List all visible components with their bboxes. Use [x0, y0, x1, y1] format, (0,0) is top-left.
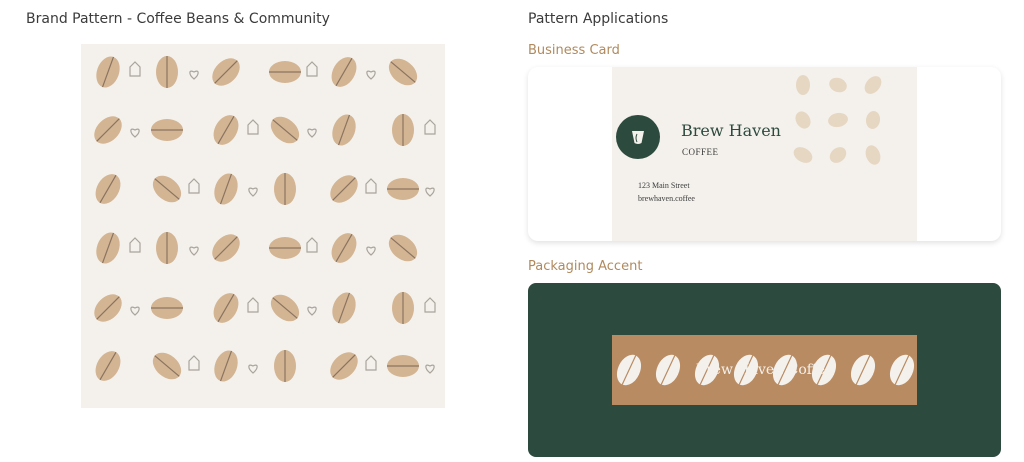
coffee-bean-icon [331, 233, 357, 263]
coffee-bean-icon [212, 58, 240, 86]
card-brand-name: Brew Haven [681, 121, 781, 140]
cup-logo [616, 115, 660, 159]
business-card-mockup: Brew Haven COFFEE 123 Main Street brewha… [528, 67, 1001, 241]
house-icon [365, 178, 377, 194]
house-icon [129, 237, 141, 253]
coffee-bean-icon [269, 237, 301, 259]
heart-icon [425, 187, 435, 197]
heart-icon [248, 364, 258, 374]
house-icon [365, 355, 377, 371]
business-card-face: Brew Haven COFFEE 123 Main Street brewha… [612, 67, 917, 241]
coffee-bean-icon [212, 234, 240, 262]
coffee-bean-icon [96, 232, 120, 264]
heart-icon [248, 187, 258, 197]
faded-bean-icon [793, 147, 813, 163]
heart-icon [189, 246, 199, 256]
cup-icon [632, 131, 644, 144]
coffee-bean-icon [213, 115, 239, 145]
coffee-bean-icon [156, 232, 178, 264]
coffee-bean-icon [214, 173, 238, 205]
coffee-bean-icon [387, 355, 419, 377]
heart-icon [130, 128, 140, 138]
heart-icon [307, 128, 317, 138]
packaging-band: Brew Haven Coffee [612, 335, 917, 405]
applications-title: Pattern Applications [528, 11, 669, 27]
packaging-label: Packaging Accent [528, 259, 643, 274]
coffee-bean-icon [214, 350, 238, 382]
card-bean-accent [793, 75, 882, 165]
coffee-bean-icon [332, 114, 356, 146]
coffee-bean-icon [330, 352, 358, 380]
coffee-bean-icon [96, 56, 120, 88]
coffee-bean-icon [94, 294, 122, 322]
business-card-label: Business Card [528, 43, 620, 58]
coffee-bean-icon [330, 175, 358, 203]
house-icon [188, 178, 200, 194]
house-icon [306, 61, 318, 77]
heart-icon [425, 364, 435, 374]
house-icon [306, 237, 318, 253]
packaging-mockup: Brew Haven Coffee [528, 283, 1001, 457]
coffee-bean-icon [156, 56, 178, 88]
coffee-bean-icon [392, 114, 414, 146]
heart-icon [366, 70, 376, 80]
coffee-bean-icon [95, 351, 121, 381]
coffee-bean-icon [274, 173, 296, 205]
coffee-bean-icon [270, 294, 300, 322]
pattern-graphic [94, 56, 436, 382]
coffee-bean-icon [332, 292, 356, 324]
card-address: 123 Main Street [638, 181, 690, 190]
house-icon [424, 119, 436, 135]
faded-bean-icon [865, 111, 881, 129]
coffee-bean-icon [387, 178, 419, 200]
coffee-bean-icon [388, 234, 418, 262]
faded-bean-icon [829, 147, 847, 163]
house-icon [129, 61, 141, 77]
faded-bean-icon [796, 75, 810, 95]
coffee-bean-icon [151, 119, 183, 141]
card-brand-sub: COFFEE [682, 147, 719, 157]
coffee-bean-icon [94, 116, 122, 144]
faded-bean-icon [865, 145, 881, 165]
coffee-bean-icon [151, 297, 183, 319]
coffee-bean-icon [95, 174, 121, 204]
heart-icon [307, 306, 317, 316]
faded-bean-icon [795, 111, 811, 129]
faded-bean-icon [864, 76, 882, 94]
brand-pattern-tile [81, 44, 445, 408]
coffee-bean-icon [152, 352, 182, 380]
pattern-section-title: Brand Pattern - Coffee Beans & Community [26, 11, 330, 27]
faded-bean-icon [828, 112, 848, 128]
heart-icon [189, 70, 199, 80]
coffee-bean-icon [392, 292, 414, 324]
heart-icon [366, 246, 376, 256]
house-icon [247, 297, 259, 313]
card-website: brewhaven.coffee [638, 194, 695, 203]
packaging-band-text: Brew Haven Coffee [695, 362, 834, 378]
coffee-bean-icon [213, 293, 239, 323]
coffee-bean-icon [269, 61, 301, 83]
coffee-bean-icon [274, 350, 296, 382]
house-icon [424, 297, 436, 313]
coffee-bean-icon [152, 175, 182, 203]
coffee-bean-icon [388, 58, 418, 86]
heart-icon [130, 306, 140, 316]
faded-bean-icon [829, 77, 847, 93]
coffee-bean-icon [331, 57, 357, 87]
coffee-bean-icon [270, 116, 300, 144]
house-icon [188, 355, 200, 371]
house-icon [247, 119, 259, 135]
